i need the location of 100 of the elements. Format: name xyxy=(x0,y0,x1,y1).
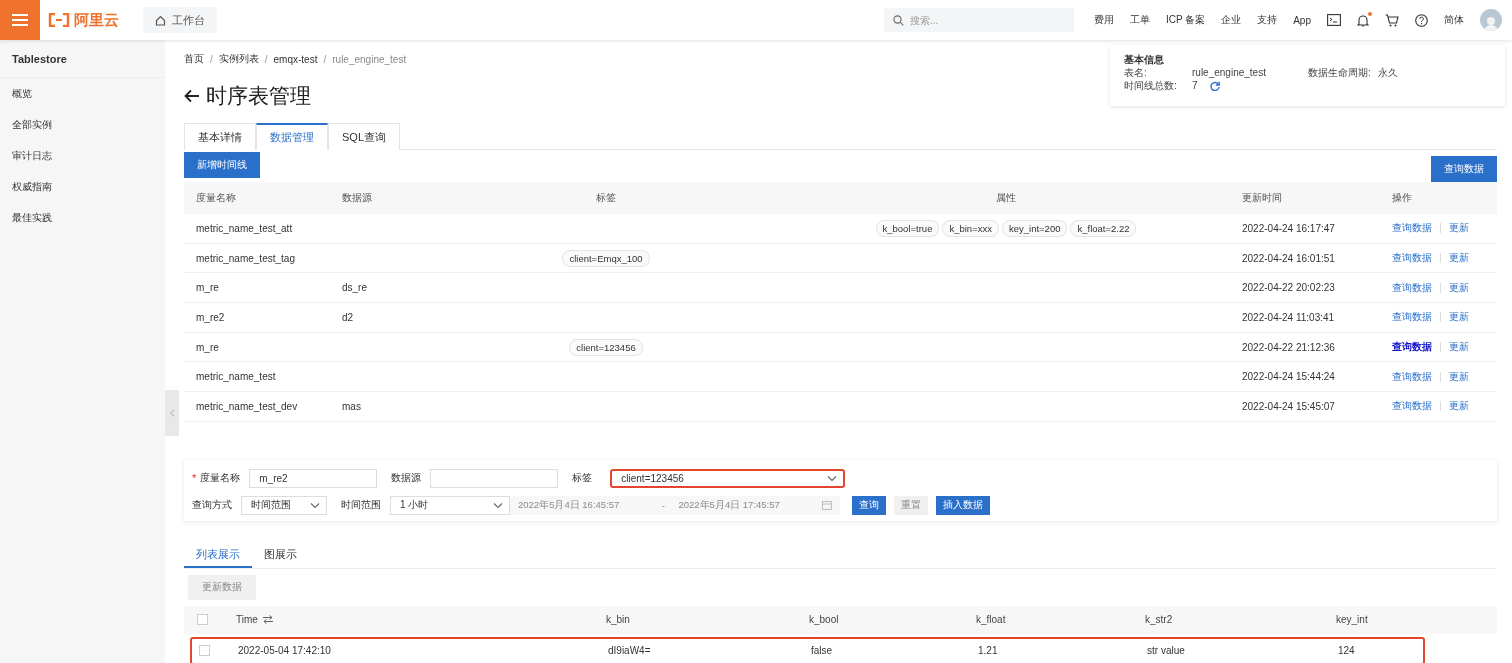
column-header: k_bin xyxy=(606,614,631,626)
table-cell-text: metric_name_test_tag xyxy=(195,252,296,264)
table-cell-text: 2022-05-04 17:42:10 xyxy=(238,645,332,657)
text-field[interactable]: m_re2 xyxy=(249,468,378,488)
table-cell-text: 2022-04-24 11:03:41 xyxy=(1241,311,1336,323)
action-link[interactable]: 查询数据 xyxy=(1392,221,1432,236)
info-label: 数据生命周期: xyxy=(1308,66,1372,79)
breadcrumb-separator: / xyxy=(210,53,213,65)
view-tab[interactable]: 图展示 xyxy=(252,542,309,568)
table-cell-text: m_re2 xyxy=(195,311,226,323)
table-cell-text: dI9iaW4= xyxy=(608,645,652,657)
breadcrumb-separator: / xyxy=(323,53,327,65)
column-header: Time xyxy=(236,614,258,626)
table-cell-text: 1.21 xyxy=(978,645,999,657)
table-cell-text: 2022-04-22 21:12:36 xyxy=(1241,341,1336,353)
action-link[interactable]: 查询数据 xyxy=(1392,369,1432,384)
field-label: 查询方式 xyxy=(192,498,232,513)
table-cell-text: metric_name_test_att xyxy=(195,222,294,234)
table-cell-text: ds_re xyxy=(341,282,368,294)
nav-link[interactable]: 支持 xyxy=(1257,13,1278,27)
breadcrumb-link[interactable]: emqx-test xyxy=(273,53,318,65)
select-field[interactable]: 1 小时 xyxy=(390,495,510,515)
field-label: 时间范围 xyxy=(341,498,381,513)
table-cell-text: 2022-04-24 16:17:47 xyxy=(1241,222,1336,234)
action-link[interactable]: 更新 xyxy=(1449,221,1469,236)
table-cell-text: m_re xyxy=(195,282,220,294)
action-link[interactable]: 更新 xyxy=(1449,399,1469,414)
nav-link[interactable]: 费用 xyxy=(1093,13,1114,27)
workbench-button[interactable]: 工作台 xyxy=(143,7,217,33)
field-label: 度量名称 xyxy=(200,471,241,486)
nav-link[interactable]: ICP 备案 xyxy=(1165,13,1206,27)
tab[interactable]: SQL查询 xyxy=(328,123,400,150)
range-separator: - xyxy=(661,499,666,511)
action-link[interactable]: 更新 xyxy=(1449,369,1469,384)
column-header: 数据源 xyxy=(341,191,373,205)
view-tab[interactable]: 列表展示 xyxy=(184,542,252,568)
table-cell-text: metric_name_test_dev xyxy=(195,400,299,412)
page-title: 时序表管理 xyxy=(206,83,311,109)
sidebar-item[interactable]: 权威指南 xyxy=(0,171,165,202)
table-cell-text: mas xyxy=(341,400,362,412)
action-link[interactable]: 查询数据 xyxy=(1392,399,1432,414)
search-field[interactable]: 搜索... xyxy=(883,8,1074,32)
sidebar-item[interactable]: 全部实例 xyxy=(0,109,165,140)
column-header: 属性 xyxy=(995,191,1017,205)
select-field[interactable]: client=123456 xyxy=(610,468,846,488)
action-link[interactable]: 查询数据 xyxy=(1392,310,1432,325)
breadcrumb-link[interactable]: 实例列表 xyxy=(218,52,259,66)
column-header: 标签 xyxy=(595,191,617,205)
attribute-pill: k_bool=true xyxy=(875,219,940,237)
field-label: 标签 xyxy=(572,471,593,486)
add-timeline-button[interactable]: 新增时间线 xyxy=(184,152,260,178)
column-header: key_int xyxy=(1336,614,1369,626)
column-header: k_bool xyxy=(809,614,840,626)
action-link[interactable]: 查询数据 xyxy=(1392,251,1432,266)
action-link[interactable]: 更新 xyxy=(1449,310,1469,325)
info-value: 7 xyxy=(1192,79,1198,92)
form-button[interactable]: 查询 xyxy=(852,495,886,515)
required-mark: * xyxy=(192,472,197,485)
date-range-field: 2022年5月4日 16:45:57 - 2022年5月4日 17:45:57 xyxy=(510,495,840,515)
column-header: k_float xyxy=(976,614,1007,626)
sidebar-title: Tablestore xyxy=(0,40,165,78)
table-cell-text: false xyxy=(811,645,834,657)
attribute-pill: key_int=200 xyxy=(1001,219,1068,237)
action-link[interactable]: 查询数据 xyxy=(1392,340,1432,355)
table-cell-text: d2 xyxy=(341,311,355,323)
table-cell-text: 2022-04-24 16:01:51 xyxy=(1241,252,1336,264)
attribute-pill: k_bin=xxx xyxy=(942,219,999,237)
table-cell-text: m_re xyxy=(195,341,220,353)
action-link[interactable]: 查询数据 xyxy=(1392,280,1432,295)
nav-link[interactable]: App xyxy=(1293,14,1311,26)
action-link[interactable]: 更新 xyxy=(1449,280,1469,295)
action-link[interactable]: 更新 xyxy=(1449,340,1469,355)
tab[interactable]: 基本详情 xyxy=(184,123,256,150)
nav-link[interactable]: 工单 xyxy=(1129,13,1150,27)
column-header: 度量名称 xyxy=(195,191,237,205)
table-cell-text: metric_name_test xyxy=(195,371,277,383)
sidebar-item[interactable]: 审计日志 xyxy=(0,140,165,171)
sidebar-item[interactable]: 最佳实践 xyxy=(0,202,165,233)
column-header: 操作 xyxy=(1391,191,1413,205)
table-cell-text: 2022-04-22 20:02:23 xyxy=(1241,282,1336,294)
nav-link[interactable]: 企业 xyxy=(1221,13,1242,27)
info-value: rule_engine_test xyxy=(1192,66,1267,79)
breadcrumb-separator: / xyxy=(264,53,268,65)
info-label: 表名: xyxy=(1124,66,1148,79)
info-heading: 基本信息 xyxy=(1124,53,1165,66)
column-header: 更新时间 xyxy=(1241,191,1283,205)
select-field[interactable]: 时间范围 xyxy=(241,495,327,515)
table-cell-text: str value xyxy=(1147,645,1186,657)
breadcrumb-link[interactable]: 首页 xyxy=(184,52,204,66)
field-label: 数据源 xyxy=(391,471,422,486)
language-link[interactable]: 简体 xyxy=(1444,13,1464,27)
table-cell-text: 124 xyxy=(1338,645,1356,657)
action-link[interactable]: 更新 xyxy=(1449,251,1469,266)
tab[interactable]: 数据管理 xyxy=(256,123,328,150)
table-cell-text: 2022-04-24 15:45:07 xyxy=(1241,400,1336,412)
sidebar-item[interactable]: 概览 xyxy=(0,78,165,109)
info-label: 时间线总数: xyxy=(1124,79,1178,92)
form-button[interactable]: 插入数据 xyxy=(936,495,990,515)
query-data-button[interactable]: 查询数据 xyxy=(1431,156,1497,182)
attribute-pill: k_float=2.22 xyxy=(1070,219,1137,237)
